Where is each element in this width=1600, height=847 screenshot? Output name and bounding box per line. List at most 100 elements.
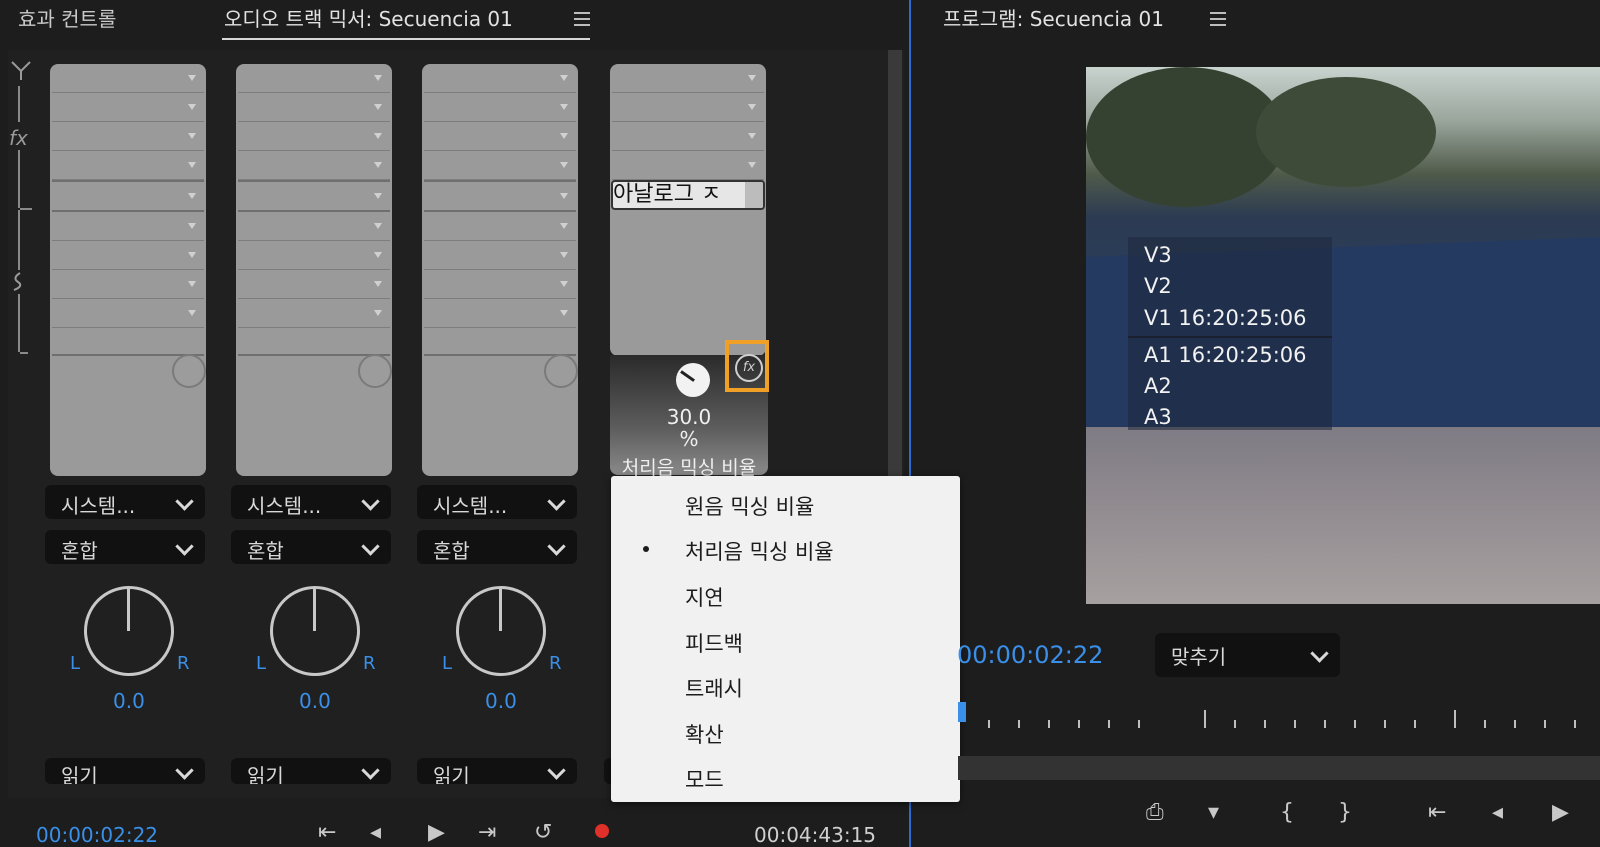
mark-in-icon[interactable]: { bbox=[1280, 800, 1294, 825]
loop-icon[interactable]: ↺ bbox=[534, 820, 552, 845]
menu-item-mode[interactable]: 모드 bbox=[685, 764, 724, 794]
menu-item-delay[interactable]: 지연 bbox=[685, 582, 724, 612]
send-level-knob[interactable] bbox=[172, 354, 206, 388]
menu-item-spread[interactable]: 확산 bbox=[685, 719, 724, 749]
play-icon[interactable]: ▶ bbox=[1552, 800, 1569, 825]
track-1-output-dropdown[interactable]: 시스템... bbox=[45, 485, 205, 519]
track-2-pan-knob[interactable] bbox=[270, 586, 360, 676]
add-marker-icon[interactable]: ▾ bbox=[1208, 800, 1219, 825]
rail-collapse-icon[interactable] bbox=[10, 60, 32, 80]
step-back-icon[interactable]: ◂ bbox=[370, 820, 381, 845]
go-to-in-point-icon[interactable]: ⇤ bbox=[1428, 800, 1446, 825]
send-slot[interactable] bbox=[52, 241, 204, 270]
time-ruler[interactable] bbox=[958, 702, 1600, 742]
send-slot[interactable] bbox=[52, 270, 204, 299]
send-slot[interactable] bbox=[424, 270, 576, 299]
playhead-marker[interactable] bbox=[958, 702, 966, 722]
tree-foliage bbox=[1256, 77, 1436, 187]
effect-dropdown-arrow[interactable] bbox=[745, 182, 763, 208]
tab-audio-track-mixer[interactable]: 오디오 트랙 믹서: Secuencia 01 bbox=[224, 0, 513, 38]
chevron-down-icon bbox=[361, 761, 380, 780]
effect-slot[interactable] bbox=[52, 122, 204, 151]
go-to-in-icon[interactable]: ⇤ bbox=[318, 820, 336, 845]
fx-bypass-highlight[interactable]: fx bbox=[725, 340, 769, 392]
play-icon[interactable]: ▶ bbox=[428, 820, 445, 845]
effect-param-unit: % bbox=[679, 427, 699, 451]
overlay-line: V1 16:20:25:06 bbox=[1144, 306, 1307, 330]
effect-slot[interactable] bbox=[238, 64, 390, 93]
rail-bracket bbox=[20, 208, 32, 210]
send-slot[interactable] bbox=[52, 212, 204, 241]
send-slot[interactable] bbox=[238, 212, 390, 241]
menu-item-wet[interactable]: 처리음 믹싱 비율 bbox=[685, 536, 834, 566]
track-1-mode-dropdown[interactable]: 혼합 bbox=[45, 530, 205, 564]
effect-slot[interactable] bbox=[238, 151, 390, 180]
program-monitor-title[interactable]: 프로그램: Secuencia 01 bbox=[943, 0, 1164, 38]
effect-slot[interactable] bbox=[52, 64, 204, 93]
rail-line bbox=[18, 210, 20, 270]
monitor-scroll-bar[interactable] bbox=[958, 756, 1600, 780]
send-slot[interactable] bbox=[424, 212, 576, 241]
track-3-pan-knob[interactable] bbox=[456, 586, 546, 676]
program-timecode[interactable]: 00:00:02:22 bbox=[957, 641, 1103, 669]
effect-slot[interactable] bbox=[238, 93, 390, 122]
pan-right-label: R bbox=[549, 653, 562, 674]
step-forward-icon[interactable]: ⇥ bbox=[478, 820, 496, 845]
effect-slot[interactable] bbox=[424, 151, 576, 180]
effect-slot-selected[interactable]: 아날로그 ㅈ bbox=[611, 180, 765, 210]
send-slot[interactable] bbox=[424, 299, 576, 328]
mixer-panel-menu-icon[interactable] bbox=[574, 12, 590, 26]
fx-bypass-icon: fx bbox=[735, 354, 763, 382]
track-2-output-dropdown[interactable]: 시스템... bbox=[231, 485, 391, 519]
tab-effect-controls[interactable]: 효과 컨트롤 bbox=[18, 0, 116, 38]
send-slot[interactable] bbox=[238, 270, 390, 299]
chevron-down-icon bbox=[175, 492, 194, 511]
menu-item-feedback[interactable]: 피드백 bbox=[685, 628, 743, 658]
fit-zoom-dropdown[interactable]: 맞추기 bbox=[1155, 633, 1340, 677]
mixer-current-timecode[interactable]: 00:00:02:22 bbox=[36, 823, 158, 847]
send-slot[interactable] bbox=[238, 299, 390, 328]
track-2-automation-dropdown[interactable]: 읽기 bbox=[231, 758, 391, 784]
send-slot[interactable] bbox=[52, 299, 204, 328]
effect-slot[interactable] bbox=[612, 122, 764, 151]
effect-param-dial[interactable] bbox=[676, 363, 710, 397]
track-1-automation-dropdown[interactable]: 읽기 bbox=[45, 758, 205, 784]
track-3-pan-value[interactable]: 0.0 bbox=[485, 689, 517, 713]
mark-out-icon[interactable]: } bbox=[1338, 800, 1352, 825]
effect-slot[interactable] bbox=[238, 122, 390, 151]
track-3-mode-dropdown[interactable]: 혼합 bbox=[417, 530, 577, 564]
selected-bullet-icon bbox=[643, 546, 649, 552]
track-1-pan-value[interactable]: 0.0 bbox=[113, 689, 145, 713]
effect-slot[interactable] bbox=[424, 182, 576, 211]
monitor-panel-menu-icon[interactable] bbox=[1210, 12, 1226, 26]
effect-slot[interactable] bbox=[238, 182, 390, 211]
effect-slot[interactable] bbox=[52, 182, 204, 211]
effect-slot[interactable] bbox=[52, 151, 204, 180]
track-3-automation-dropdown[interactable]: 읽기 bbox=[417, 758, 577, 784]
effect-slot[interactable] bbox=[52, 93, 204, 122]
record-icon[interactable] bbox=[595, 824, 609, 838]
send-level-knob[interactable] bbox=[544, 354, 578, 388]
rail-send-icon bbox=[8, 270, 30, 292]
track-2-pan-value[interactable]: 0.0 bbox=[299, 689, 331, 713]
export-frame-icon[interactable]: ⎙ bbox=[1146, 800, 1164, 825]
rail-bracket bbox=[20, 352, 28, 354]
send-level-knob[interactable] bbox=[358, 354, 392, 388]
concrete-floor bbox=[1086, 427, 1600, 604]
effect-slot[interactable] bbox=[424, 64, 576, 93]
track-2-mode-dropdown[interactable]: 혼합 bbox=[231, 530, 391, 564]
send-slot[interactable] bbox=[424, 241, 576, 270]
step-back-frame-icon[interactable]: ◂ bbox=[1492, 800, 1503, 825]
effect-slot[interactable] bbox=[612, 64, 764, 93]
chevron-down-icon bbox=[547, 761, 566, 780]
track-1-pan-knob[interactable] bbox=[84, 586, 174, 676]
effect-slot[interactable] bbox=[612, 93, 764, 122]
effect-slot[interactable] bbox=[612, 151, 764, 180]
send-slot[interactable] bbox=[238, 241, 390, 270]
track-3-output-dropdown[interactable]: 시스템... bbox=[417, 485, 577, 519]
menu-item-trash[interactable]: 트래시 bbox=[685, 673, 743, 703]
effect-slot[interactable] bbox=[424, 122, 576, 151]
effect-slot[interactable] bbox=[424, 93, 576, 122]
effect-parameter-context-menu: 원음 믹싱 비율 처리음 믹싱 비율 지연 피드백 트래시 확산 모드 bbox=[611, 476, 960, 802]
menu-item-dry[interactable]: 원음 믹싱 비율 bbox=[685, 491, 814, 521]
